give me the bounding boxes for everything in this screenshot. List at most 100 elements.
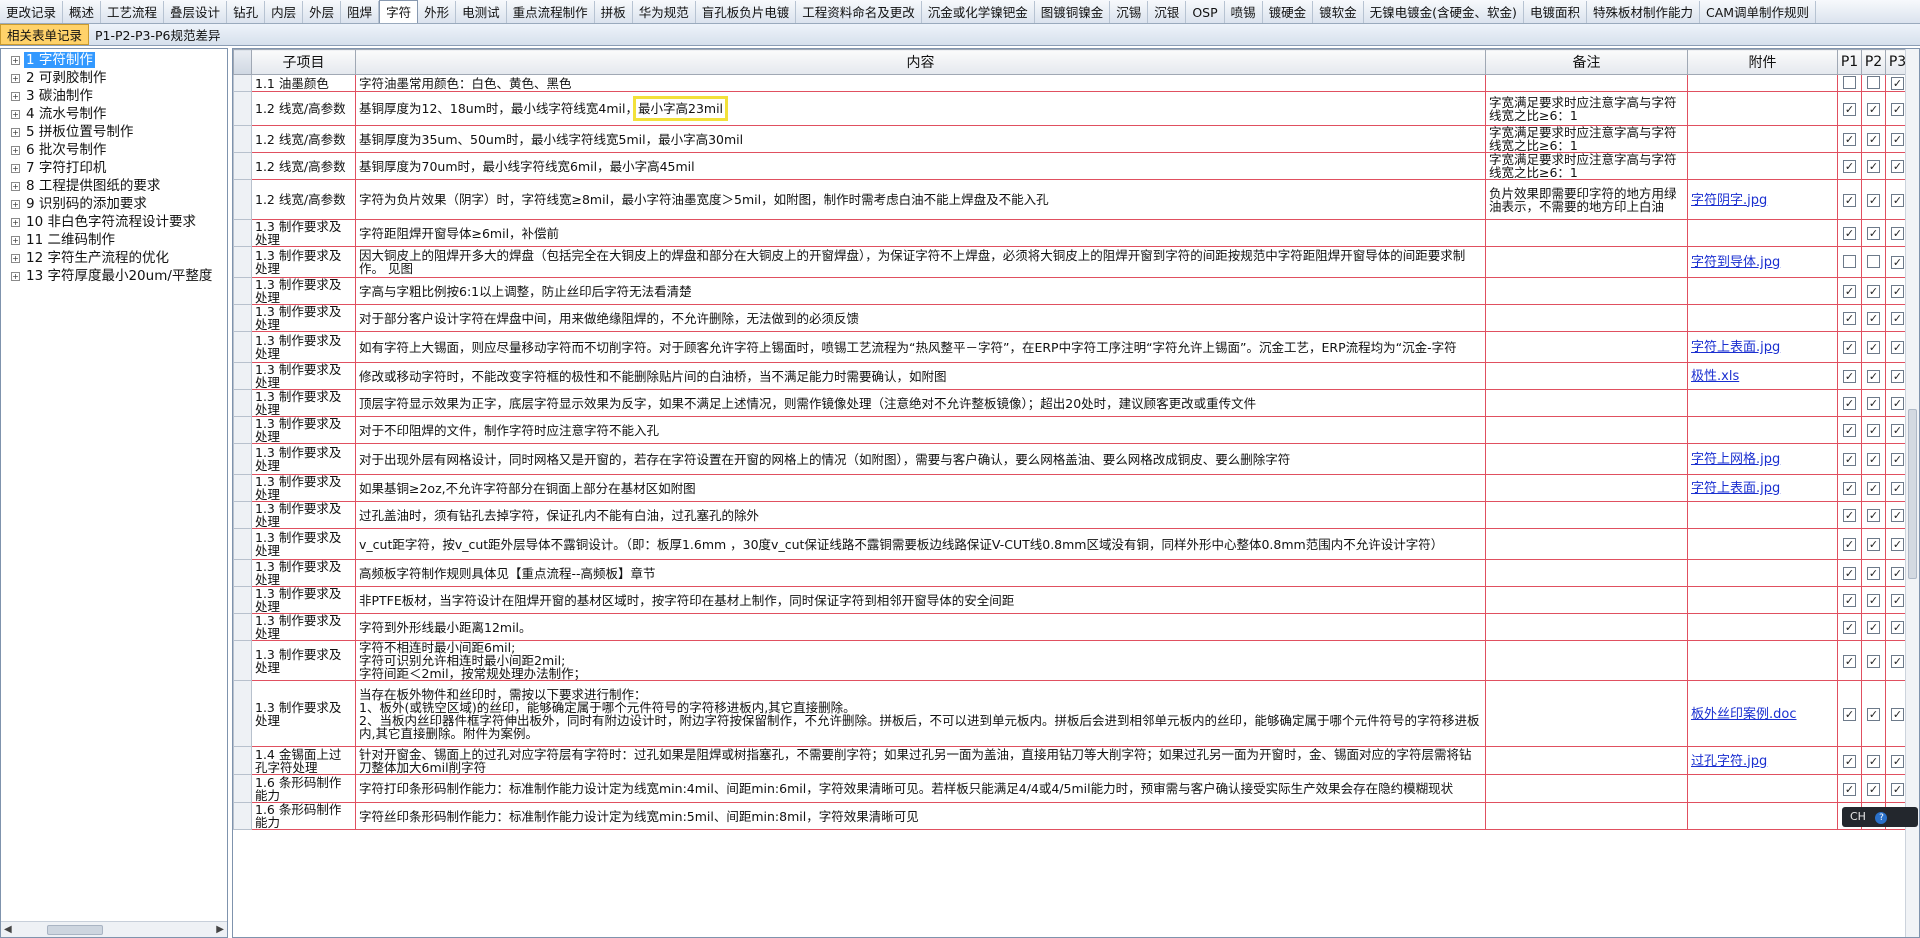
table-row[interactable]: 1.2 线宽/高参数 基铜厚度为70um时，最小线字符线宽6mil，最小字高45m… (233, 152, 1910, 180)
tree-node[interactable]: +9 识别码的添加要求 (1, 195, 227, 213)
p2-checkbox[interactable]: ✓ (1867, 424, 1880, 437)
table-row[interactable]: 1.3 制作要求及处理 字符距阻焊开窗导体≥6mil，补偿前 ✓ ✓ ✓ (233, 219, 1910, 247)
top-tab[interactable]: 重点流程制作 (507, 1, 595, 23)
top-tab[interactable]: 喷锡 (1225, 1, 1263, 23)
top-tab[interactable]: 叠层设计 (164, 1, 228, 23)
tree-node[interactable]: +10 非白色字符流程设计要求 (1, 213, 227, 231)
p2-checkbox[interactable]: ✓ (1867, 654, 1880, 668)
grid-scroll-thumb[interactable] (1908, 409, 1917, 579)
tree-scroll-thumb[interactable] (47, 925, 103, 935)
top-tab[interactable]: 镀软金 (1313, 1, 1364, 23)
row-header-cell[interactable] (233, 219, 252, 247)
p1-checkbox[interactable]: ✓ (1843, 102, 1856, 116)
p3-checkbox[interactable]: ✓ (1891, 193, 1904, 207)
top-tab[interactable]: 内层 (265, 1, 304, 23)
table-row[interactable]: 1.3 制作要求及处理 字符不相连时最小间距6mil; 字符可识别允许相连时最小间… (233, 640, 1910, 681)
top-tab[interactable]: 拼板 (595, 1, 633, 23)
table-row[interactable]: 1.3 制作要求及处理 字符到外形线最小距离12mil。 ✓ ✓ ✓ (233, 613, 1910, 641)
tree-node[interactable]: +5 拼板位置号制作 (1, 123, 227, 141)
row-header-cell[interactable] (233, 680, 252, 747)
p1-checkbox[interactable]: ✓ (1843, 160, 1856, 173)
p3-checkbox[interactable]: ✓ (1891, 77, 1904, 90)
row-header-cell[interactable] (233, 528, 252, 560)
expand-plus-icon[interactable]: + (11, 56, 20, 65)
p3-checkbox[interactable]: ✓ (1891, 312, 1904, 325)
row-header-cell[interactable] (233, 746, 252, 775)
p1-checkbox[interactable]: ✓ (1843, 782, 1856, 796)
expand-plus-icon[interactable]: + (11, 218, 20, 227)
p1-checkbox[interactable]: ✓ (1843, 341, 1856, 354)
row-header-cell[interactable] (233, 304, 252, 332)
p2-checkbox[interactable]: ✓ (1867, 754, 1880, 768)
table-row[interactable]: 1.3 制作要求及处理 顶层字符显示效果为正字，底层字符显示效果为反字，如果不满足… (233, 389, 1910, 417)
p3-checkbox[interactable]: ✓ (1891, 594, 1904, 607)
table-row[interactable]: 1.3 制作要求及处理 对于部分客户设计字符在焊盘中间，用来做绝缘阻焊的，不允许删… (233, 304, 1910, 332)
tree-node[interactable]: +2 可剥胶制作 (1, 69, 227, 87)
table-row[interactable]: 1.6 条形码制作能力 字符丝印条形码制作能力：标准制作能力设计定为线宽min:5… (233, 802, 1910, 830)
p1-checkbox[interactable]: ✓ (1843, 707, 1856, 721)
expand-plus-icon[interactable]: + (11, 236, 20, 245)
table-row[interactable]: 1.3 制作要求及处理 v_cut距字符，按v_cut距外层导体不露铜设计。（即：… (233, 528, 1910, 560)
p2-checkbox[interactable]: ✓ (1867, 567, 1880, 580)
header-attachment[interactable]: 附件 (1687, 49, 1838, 75)
top-tab[interactable]: 电测试 (456, 1, 507, 23)
p3-checkbox[interactable]: ✓ (1891, 567, 1904, 580)
expand-plus-icon[interactable]: + (11, 182, 20, 191)
table-row[interactable]: 1.3 制作要求及处理 如果基铜≥2oz,不允许字符部分在铜面上部分在基材区如附图… (233, 474, 1910, 502)
row-header-cell[interactable] (233, 586, 252, 614)
row-header-cell[interactable] (233, 125, 252, 153)
top-tab[interactable]: 外层 (303, 1, 342, 23)
top-tab[interactable]: 图镀铜镍金 (1035, 1, 1111, 23)
p3-checkbox[interactable]: ✓ (1891, 538, 1904, 551)
p2-checkbox[interactable]: ✓ (1867, 160, 1880, 173)
top-tab[interactable]: 概述 (63, 1, 102, 23)
p2-checkbox[interactable]: ✓ (1867, 482, 1880, 495)
row-header-cell[interactable] (233, 152, 252, 180)
p3-checkbox[interactable]: ✓ (1891, 370, 1904, 383)
table-row[interactable]: 1.1 油墨颜色 字符油墨常用颜色：白色、黄色、黑色 ✓ (233, 74, 1910, 92)
top-tab[interactable]: 阻焊 (341, 1, 380, 23)
expand-plus-icon[interactable]: + (11, 110, 20, 119)
p3-checkbox[interactable]: ✓ (1891, 509, 1904, 522)
p3-checkbox[interactable]: ✓ (1891, 285, 1904, 298)
top-tab[interactable]: 外形 (418, 1, 457, 23)
top-tab[interactable]: 钻孔 (227, 1, 266, 23)
p2-checkbox[interactable]: ✓ (1867, 509, 1880, 522)
ime-indicator[interactable]: CH ? (1842, 807, 1918, 827)
row-header-cell[interactable] (233, 802, 252, 830)
grid-corner[interactable] (233, 49, 252, 75)
row-header-cell[interactable] (233, 91, 252, 126)
p1-checkbox[interactable] (1843, 254, 1856, 268)
p2-checkbox[interactable]: ✓ (1867, 133, 1880, 146)
p1-checkbox[interactable]: ✓ (1843, 538, 1856, 551)
attachment-link[interactable]: 字符上表面.jpg (1691, 340, 1780, 355)
top-tab[interactable]: 无镍电镀金(含硬金、软金) (1364, 1, 1524, 23)
table-row[interactable]: 1.3 制作要求及处理 过孔盖油时，须有钻孔去掉字符，保证孔内不能有白油，过孔塞孔… (233, 501, 1910, 529)
top-tab[interactable]: 工艺流程 (101, 1, 165, 23)
table-row[interactable]: 1.3 制作要求及处理 当存在板外物件和丝印时，需按以下要求进行制作： 1、板外(… (233, 680, 1910, 747)
p1-checkbox[interactable]: ✓ (1843, 482, 1856, 495)
attachment-link[interactable]: 字符阴字.jpg (1691, 193, 1767, 208)
row-header-cell[interactable] (233, 179, 252, 220)
table-row[interactable]: 1.3 制作要求及处理 对于不印阻焊的文件，制作字符时应注意字符不能入孔 ✓ ✓ ✓ (233, 416, 1910, 444)
header-content[interactable]: 内容 (355, 49, 1486, 75)
top-tab[interactable]: 沉银 (1148, 1, 1187, 23)
p3-checkbox[interactable]: ✓ (1891, 707, 1904, 721)
p1-checkbox[interactable]: ✓ (1843, 312, 1856, 325)
p3-checkbox[interactable]: ✓ (1891, 102, 1904, 116)
expand-plus-icon[interactable]: + (11, 254, 20, 263)
p3-checkbox[interactable]: ✓ (1891, 482, 1904, 495)
p3-checkbox[interactable]: ✓ (1891, 453, 1904, 466)
p1-checkbox[interactable]: ✓ (1843, 285, 1856, 298)
category-tree[interactable]: +1 字符制作 +2 可剥胶制作 +3 碳油制作 +4 流水号制作 +5 拼板位置号制作… (0, 48, 228, 938)
tree-node[interactable]: +7 字符打印机 (1, 159, 227, 177)
table-row[interactable]: 1.4 金锡面上过孔字符处理 针对开窗金、锡面上的过孔对应字符层有字符时：过孔如果… (233, 746, 1910, 775)
row-header-cell[interactable] (233, 331, 252, 363)
p1-checkbox[interactable]: ✓ (1843, 397, 1856, 410)
header-p1[interactable]: P1 (1837, 49, 1862, 75)
p1-checkbox[interactable]: ✓ (1843, 594, 1856, 607)
attachment-link[interactable]: 字符上网格.jpg (1691, 452, 1780, 467)
attachment-link[interactable]: 极性.xls (1691, 369, 1739, 384)
p2-checkbox[interactable]: ✓ (1867, 594, 1880, 607)
expand-plus-icon[interactable]: + (11, 200, 20, 209)
